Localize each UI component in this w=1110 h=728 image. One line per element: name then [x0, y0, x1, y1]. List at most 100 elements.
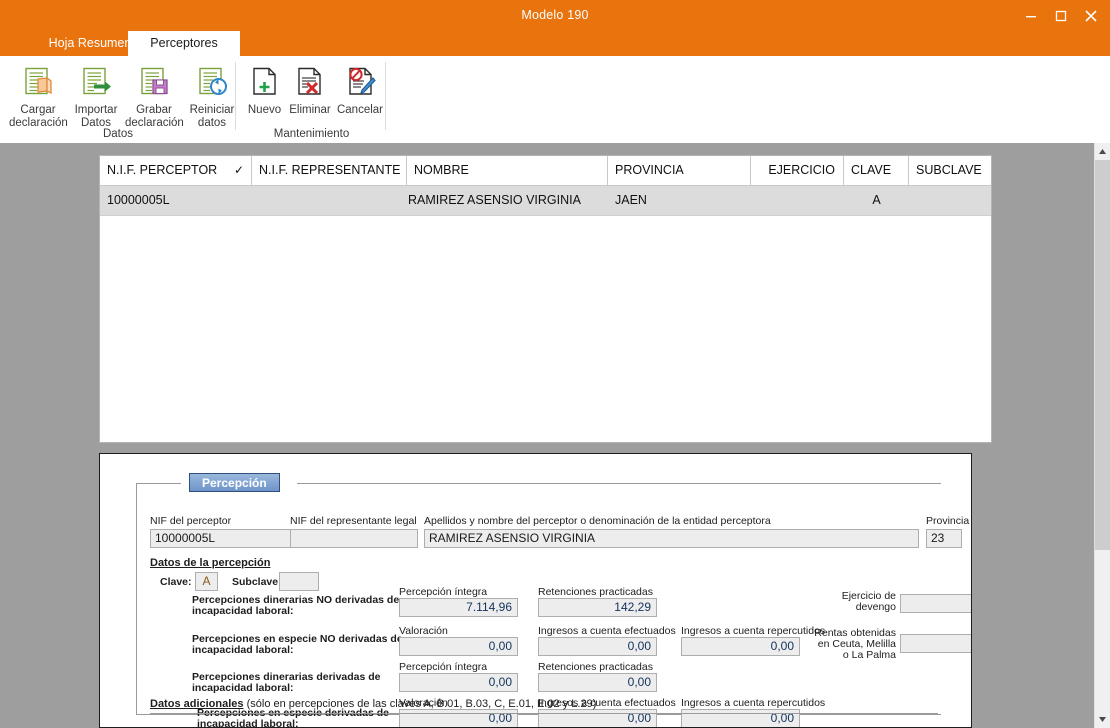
provincia-label: Provincia [926, 515, 970, 527]
nif-perceptor-label: NIF del perceptor [150, 515, 232, 527]
minimize-button[interactable] [1016, 3, 1046, 29]
grid-column-nombre[interactable]: NOMBRE [407, 156, 608, 185]
row-especie-derivadas-c1-input[interactable]: 0,00 [399, 709, 518, 727]
window-controls [1016, 0, 1106, 31]
datos-percepcion-heading: Datos de la percepción [150, 557, 271, 569]
ribbon-button-cargar-declaracion[interactable]: Cargar declaración [9, 62, 68, 129]
row-especie-no-derivadas-c2-label: Ingresos a cuenta efectuados [538, 625, 676, 637]
grid-column-ejercicio[interactable]: EJERCICIO [751, 156, 844, 185]
cell-subclave [909, 186, 991, 215]
clave-label: Clave: [160, 576, 192, 588]
document-plus-icon [242, 62, 287, 102]
datos-adicionales-bold: Datos adicionales [150, 698, 244, 710]
grid-column-nif-perceptor[interactable]: N.I.F. PERCEPTOR ✓ [100, 156, 252, 185]
tab-perceptores[interactable]: Perceptores [128, 31, 240, 56]
grid-column-subclave-label: SUBCLAVE [916, 163, 982, 177]
close-button[interactable] [1076, 3, 1106, 29]
row-dinerarias-no-derivadas-c2-label: Retenciones practicadas [538, 586, 653, 598]
ribbon-tab-strip: Hoja Resumen Perceptores [0, 31, 1110, 56]
row-especie-no-derivadas-c1-label: Valoración [399, 625, 448, 637]
grid-column-clave[interactable]: CLAVE [844, 156, 909, 185]
rentas-ceuta-melilla-input[interactable] [900, 634, 971, 653]
row-dinerarias-derivadas-c1-input[interactable]: 0,00 [399, 673, 518, 692]
grid-column-subclave[interactable]: SUBCLAVE [909, 156, 991, 185]
window-title: Modelo 190 [521, 8, 589, 22]
row-dinerarias-derivadas-title: Percepciones dinerarias derivadas de inc… [192, 671, 381, 694]
row-dinerarias-derivadas-c2-input[interactable]: 0,00 [538, 673, 657, 692]
scroll-up-arrow-icon[interactable] [1095, 143, 1110, 160]
ribbon: Cargar declaración Importar Datos Grabar… [0, 56, 1110, 144]
ribbon-button-reiniciar-datos-label: Reiniciar datos [189, 104, 235, 129]
ribbon-button-nuevo-label: Nuevo [247, 104, 282, 116]
grid-column-nif-representante-label: N.I.F. REPRESENTANTE [259, 163, 401, 177]
grid-column-clave-label: CLAVE [851, 163, 892, 177]
document-load-icon [9, 62, 67, 102]
grid-column-nif-representante[interactable]: N.I.F. REPRESENTANTE [252, 156, 407, 185]
ribbon-group-divider [385, 62, 386, 130]
percepcion-form-panel: Percepción NIF del perceptor 10000005L N… [99, 453, 972, 728]
document-cancel-pencil-icon [335, 62, 385, 102]
title-bar: Modelo 190 [0, 0, 1110, 31]
cell-ejercicio [751, 186, 851, 215]
ribbon-group-datos-label: Datos [102, 128, 134, 140]
grid-column-nif-perceptor-label: N.I.F. PERCEPTOR [107, 163, 218, 177]
nif-perceptor-input[interactable]: 10000005L [150, 529, 296, 548]
nif-representante-input[interactable] [290, 529, 418, 548]
row-especie-derivadas-c3-label: Ingresos a cuenta repercutidos [681, 697, 826, 709]
ejercicio-devengo-input[interactable] [900, 594, 971, 613]
row-especie-derivadas-title: Percepciones en especie derivadas de inc… [197, 707, 390, 728]
perceptores-grid: N.I.F. PERCEPTOR ✓ N.I.F. REPRESENTANTE … [99, 155, 992, 443]
grid-column-nombre-label: NOMBRE [414, 163, 469, 177]
ribbon-button-grabar-declaracion[interactable]: Grabar declaración [125, 62, 184, 129]
ribbon-button-nuevo[interactable]: Nuevo [242, 62, 287, 117]
ribbon-button-cancelar[interactable]: Cancelar [335, 62, 385, 117]
row-dinerarias-no-derivadas-c1-label: Percepción íntegra [399, 586, 488, 598]
cell-nombre: RAMIREZ ASENSIO VIRGINIA [408, 193, 581, 207]
vertical-scrollbar[interactable] [1094, 143, 1110, 728]
percepcion-fieldset: Percepción NIF del perceptor 10000005L N… [136, 473, 971, 727]
ribbon-button-reiniciar-datos[interactable]: Reiniciar datos [183, 62, 241, 129]
ribbon-button-importar-datos[interactable]: Importar Datos [67, 62, 125, 129]
row-dinerarias-derivadas-c2-label: Retenciones practicadas [538, 661, 653, 673]
document-refresh-icon [183, 62, 241, 102]
subclave-label: Subclave: [232, 576, 282, 588]
document-import-arrow-icon [67, 62, 125, 102]
table-row[interactable]: 10000005L RAMIREZ ASENSIO VIRGINIA JAEN … [100, 186, 991, 216]
clave-input[interactable]: A [195, 572, 218, 591]
ribbon-button-cargar-declaracion-label: Cargar declaración [9, 104, 68, 129]
cell-clave: A [872, 193, 881, 207]
rentas-ceuta-melilla-label: Rentas obtenidas en Ceuta, Melilla o La … [814, 627, 896, 661]
tab-hoja-resumen-label: Hoja Resumen [48, 36, 132, 50]
cell-nif-perceptor: 10000005L [107, 193, 170, 207]
row-especie-derivadas-c2-input[interactable]: 0,00 [538, 709, 657, 727]
cell-nif-representante [252, 186, 414, 215]
vertical-scrollbar-thumb[interactable] [1095, 160, 1110, 550]
grid-column-ejercicio-label: EJERCICIO [768, 163, 835, 177]
datos-adicionales-divider [150, 713, 938, 714]
ribbon-group-datos: Cargar declaración Importar Datos Grabar… [0, 56, 236, 143]
ribbon-group-mantenimiento: Nuevo Eliminar Cancelar Mantenimiento [237, 56, 386, 143]
row-especie-derivadas-c3-input[interactable]: 0,00 [681, 709, 800, 727]
nombre-perceptor-label: Apellidos y nombre del perceptor o denom… [424, 515, 771, 527]
ribbon-button-cancelar-label: Cancelar [336, 104, 384, 116]
ribbon-button-eliminar-label: Eliminar [289, 104, 331, 116]
ejercicio-devengo-label: Ejercicio de devengo [841, 590, 896, 613]
ribbon-button-eliminar[interactable]: Eliminar [285, 62, 335, 117]
nombre-perceptor-input[interactable]: RAMIREZ ASENSIO VIRGINIA [424, 529, 919, 548]
row-especie-no-derivadas-c1-input[interactable]: 0,00 [399, 637, 518, 656]
row-dinerarias-no-derivadas-c2-input[interactable]: 142,29 [538, 598, 657, 617]
scroll-down-arrow-icon[interactable] [1095, 711, 1110, 728]
provincia-input[interactable]: 23 [926, 529, 962, 548]
row-especie-no-derivadas-c2-input[interactable]: 0,00 [538, 637, 657, 656]
maximize-button[interactable] [1046, 3, 1076, 29]
check-icon: ✓ [233, 163, 244, 177]
document-delete-x-icon [285, 62, 335, 102]
datos-adicionales-rest: (sólo en percepciones de las claves A, B… [243, 698, 597, 710]
datos-adicionales-heading: Datos adicionales (sólo en percepciones … [150, 698, 596, 710]
ribbon-group-divider [235, 62, 236, 130]
subclave-input[interactable] [279, 572, 319, 591]
row-dinerarias-no-derivadas-c1-input[interactable]: 7.114,96 [399, 598, 518, 617]
ribbon-button-importar-datos-label: Importar Datos [74, 104, 118, 129]
row-dinerarias-no-derivadas-title: Percepciones dinerarias NO derivadas de … [192, 594, 400, 617]
grid-column-provincia[interactable]: PROVINCIA [608, 156, 751, 185]
